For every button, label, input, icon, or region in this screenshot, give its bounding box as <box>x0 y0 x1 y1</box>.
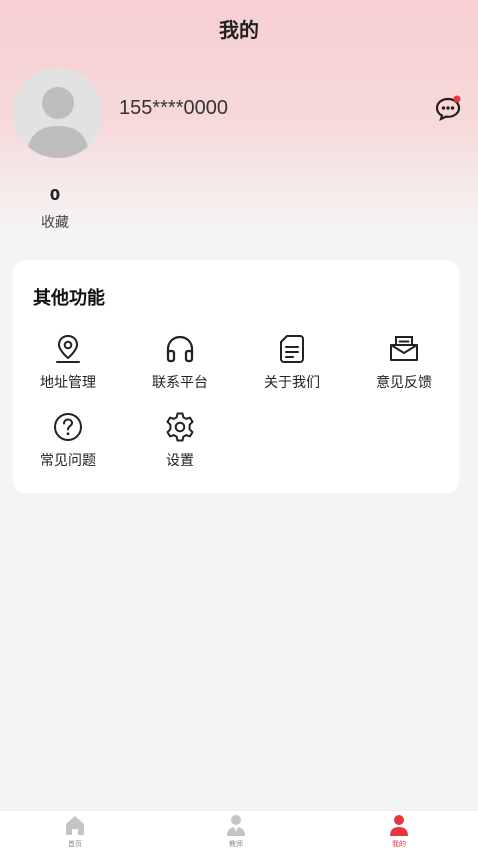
page-title: 我的 <box>219 18 259 42</box>
teacher-icon <box>227 815 245 836</box>
faq-label: 常见问题 <box>40 453 96 469</box>
bottom-tab-bar: 首页 教师 我的 <box>0 810 478 850</box>
notification-dot <box>453 95 461 103</box>
tab-teacher[interactable]: 教师 <box>206 813 266 850</box>
feedback-item[interactable]: 意见反馈 <box>354 332 454 396</box>
favorites-count: 0 <box>49 186 61 204</box>
other-functions-card: 其他功能 地址管理 联系平台 关于我们 意见反馈 常见问题 设置 <box>13 260 459 493</box>
user-icon <box>390 815 408 836</box>
settings-label: 设置 <box>166 453 194 469</box>
address-management-item[interactable]: 地址管理 <box>18 332 118 396</box>
about-us-label: 关于我们 <box>264 375 320 391</box>
tab-teacher-label: 教师 <box>229 840 243 848</box>
gear-icon <box>166 412 194 442</box>
message-button[interactable] <box>434 94 462 122</box>
question-icon <box>54 413 82 441</box>
tab-mine[interactable]: 我的 <box>369 813 429 850</box>
user-phone: 155****0000 <box>119 97 228 119</box>
avatar-placeholder-icon <box>13 68 103 158</box>
other-functions-title: 其他功能 <box>33 288 105 309</box>
settings-item[interactable]: 设置 <box>130 410 230 474</box>
avatar[interactable] <box>13 68 103 158</box>
favorites-label: 收藏 <box>41 215 69 231</box>
faq-item[interactable]: 常见问题 <box>18 410 118 474</box>
contact-platform-item[interactable]: 联系平台 <box>130 332 230 396</box>
chat-bubble-icon <box>435 95 461 122</box>
favorites-stat[interactable]: 0 收藏 <box>22 186 88 232</box>
home-icon <box>66 816 84 835</box>
tab-home[interactable]: 首页 <box>45 813 105 850</box>
tab-home-label: 首页 <box>68 840 82 848</box>
about-us-item[interactable]: 关于我们 <box>242 332 342 396</box>
feedback-label: 意见反馈 <box>376 375 432 391</box>
document-icon <box>280 335 304 363</box>
tab-mine-label: 我的 <box>392 840 406 848</box>
contact-platform-label: 联系平台 <box>152 375 208 391</box>
headphones-icon <box>166 335 194 363</box>
address-management-label: 地址管理 <box>40 375 96 391</box>
mail-icon <box>390 336 418 361</box>
location-pin-icon <box>56 334 80 363</box>
